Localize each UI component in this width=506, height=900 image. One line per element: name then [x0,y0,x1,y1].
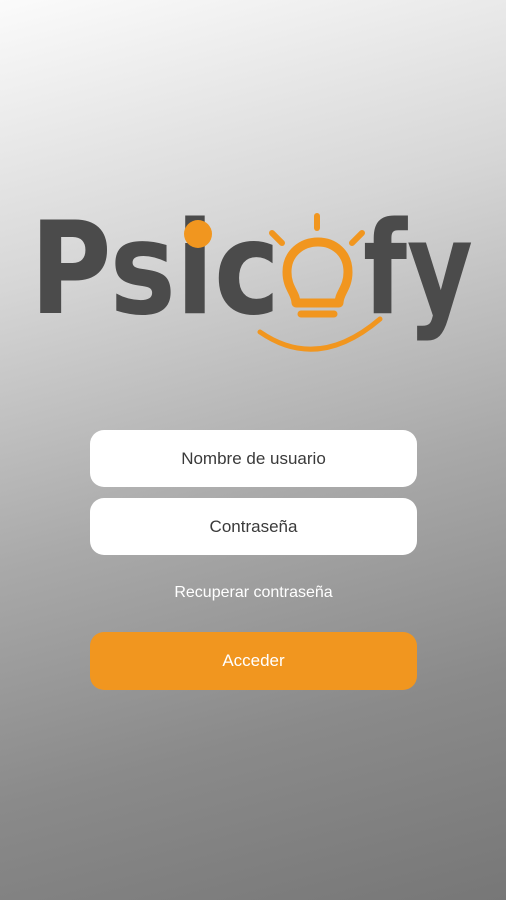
logo-wordmark-left: Psic [30,200,280,344]
password-placeholder: Contraseña [209,516,298,536]
username-field[interactable]: Nombre de usuario [90,430,417,487]
logo-i-dot [184,220,212,248]
app-logo: Psic fy [30,200,476,370]
login-button[interactable]: Acceder [90,632,417,690]
recover-password-link[interactable]: Recuperar contraseña [90,584,417,602]
username-placeholder: Nombre de usuario [181,448,326,468]
lightbulb-icon [269,213,365,318]
login-button-label: Acceder [222,651,285,670]
password-field[interactable]: Contraseña [90,498,417,555]
